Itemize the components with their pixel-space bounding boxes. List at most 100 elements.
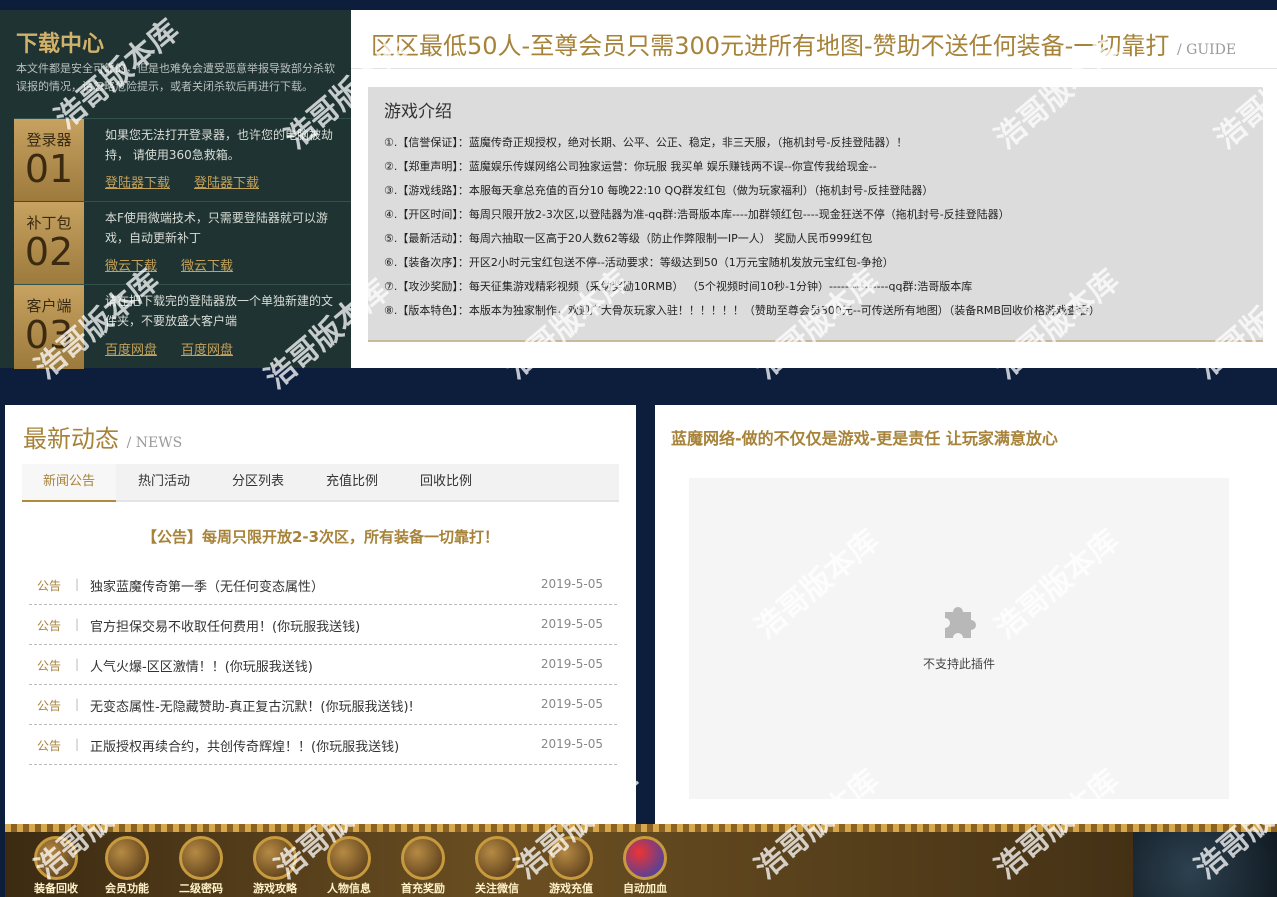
- client-download-link-1[interactable]: 百度网盘: [105, 343, 157, 358]
- separator: |: [75, 577, 80, 591]
- vip-button[interactable]: 会员功能: [96, 836, 158, 897]
- equipment-recycle-button[interactable]: 装备回收: [25, 836, 87, 897]
- download-center-title: 下载中心: [16, 32, 105, 57]
- game-intro-title: 游戏介绍: [384, 102, 452, 122]
- puzzle-piece-icon: [945, 607, 976, 638]
- divider: [351, 68, 1277, 69]
- news-date: 2019-5-05: [540, 697, 603, 711]
- intro-item: ③.【游戏线路】：本服每天拿总充值的百分10 每晚22:10 QQ群发红包（做为…: [384, 184, 934, 197]
- tab-recharge-ratio[interactable]: 充值比例: [306, 464, 398, 502]
- news-link[interactable]: 人气火爆-区区激情！！(你玩服我送钱): [90, 656, 313, 675]
- news-headline[interactable]: 【公告】每周只限开放2-3次区，所有装备一切靠打！: [5, 526, 636, 547]
- download-center-desc: 本文件都是安全可靠的，但是也难免会遭受恶意举报导致部分杀软误报的情况，请忽略危险…: [16, 62, 335, 93]
- follow-wechat-button[interactable]: 关注微信: [466, 836, 528, 897]
- download-item-patch: 补丁包 02 本F使用微端技术，只需要登陆器就可以游戏，自动更新补丁 微云下载 微…: [14, 201, 351, 285]
- button-label: 装备回收: [34, 882, 78, 895]
- guide-en-label: / GUIDE: [1176, 42, 1237, 58]
- download-center-panel: 下载中心 本文件都是安全可靠的，但是也难免会遭受恶意举报导致部分杀软误报的情况，…: [0, 10, 351, 369]
- separator: |: [75, 737, 80, 751]
- guide-headline-text: 区区最低50人-至尊会员只需300元进所有地图-赞助不送任何装备-一切靠打: [371, 32, 1170, 60]
- intro-item: ⑤.【最新活动】：每周六抽取一区高于20人数62等级（防止作弊限制一IP一人） …: [384, 232, 873, 245]
- button-label: 首充奖励: [401, 882, 445, 895]
- separator: |: [75, 657, 80, 671]
- first-recharge-button[interactable]: 首充奖励: [392, 836, 454, 897]
- game-guide-button[interactable]: 游戏攻略: [244, 836, 306, 897]
- news-link[interactable]: 独家蓝魔传奇第一季（无任何变态属性）: [90, 576, 324, 595]
- intro-item: ②.【郑重声明】：蓝魔娱乐传媒网络公司独家运营：你玩服 我买单 娱乐赚钱两不误-…: [384, 160, 877, 173]
- lock-icon: [179, 836, 223, 880]
- slogan-title: 蓝魔网络-做的不仅仅是游戏-更是责任 让玩家满意放心: [671, 429, 1058, 448]
- tab-hot-events[interactable]: 热门活动: [118, 464, 210, 502]
- tab-server-list[interactable]: 分区列表: [212, 464, 304, 502]
- character-info-button[interactable]: 人物信息: [318, 836, 380, 897]
- news-date: 2019-5-05: [540, 577, 603, 591]
- download-item-text: 如果您无法打开登录器，也许您的电脑被劫持， 请使用360急救箱。: [105, 128, 334, 162]
- game-guide-panel: 区区最低50人-至尊会员只需300元进所有地图-赞助不送任何装备-一切靠打 / …: [351, 10, 1277, 368]
- button-label: 人物信息: [327, 882, 371, 895]
- list-item[interactable]: 公告 | 官方担保交易不收取任何费用！(你玩服我送钱) 2019-5-05: [29, 605, 617, 645]
- game-intro-list: ①.【信誉保证】：蓝魔传奇正规授权，绝对长期、公平、公正、稳定，非三天服，（拖机…: [384, 131, 1256, 323]
- button-label: 二级密码: [179, 882, 223, 895]
- download-badge: 登录器 01: [14, 119, 84, 202]
- intro-item: ①.【信誉保证】：蓝魔传奇正规授权，绝对长期、公平、公正、稳定，非三天服，（拖机…: [384, 136, 908, 149]
- news-tabs: 新闻公告 热门活动 分区列表 充值比例 回收比例: [22, 464, 619, 502]
- news-panel: 最新动态 / NEWS 新闻公告 热门活动 分区列表 充值比例 回收比例 【公告…: [5, 405, 636, 824]
- button-label: 游戏攻略: [253, 882, 297, 895]
- second-password-button[interactable]: 二级密码: [170, 836, 232, 897]
- toolbar-trim: [5, 824, 1277, 832]
- game-intro-box: 游戏介绍 ①.【信誉保证】：蓝魔传奇正规授权，绝对长期、公平、公正、稳定，非三天…: [368, 87, 1263, 342]
- game-toolbar: 装备回收 会员功能 二级密码 游戏攻略 人物信息 首充奖励 关注微信 游戏充值 …: [5, 824, 1277, 897]
- vip-icon: [105, 836, 149, 880]
- news-link[interactable]: 正版授权再续合约，共创传奇辉煌！！(你玩服我送钱): [90, 736, 399, 755]
- news-tag: 公告: [37, 739, 62, 753]
- download-item-launcher: 登录器 01 如果您无法打开登录器，也许您的电脑被劫持， 请使用360急救箱。 …: [14, 118, 351, 202]
- auto-heal-button[interactable]: 自动加血: [614, 836, 676, 897]
- button-label: 会员功能: [105, 882, 149, 895]
- list-item[interactable]: 公告 | 正版授权再续合约，共创传奇辉煌！！(你玩服我送钱) 2019-5-05: [29, 725, 617, 765]
- separator: |: [75, 697, 80, 711]
- health-orb-icon: [623, 836, 667, 880]
- video-panel: 蓝魔网络-做的不仅仅是游戏-更是责任 让玩家满意放心 不支持此插件: [655, 405, 1277, 824]
- tab-news-announcement[interactable]: 新闻公告: [22, 464, 116, 502]
- treasure-icon: [34, 836, 78, 880]
- client-download-link-2[interactable]: 百度网盘: [181, 343, 233, 358]
- book-icon: [253, 836, 297, 880]
- news-date: 2019-5-05: [540, 737, 603, 751]
- button-label: 关注微信: [475, 882, 519, 895]
- patch-download-link-1[interactable]: 微云下载: [105, 259, 157, 274]
- download-item-text: 请在把下载完的登陆器放一个单独新建的文件夹，不要放盛大客户端: [105, 294, 334, 328]
- download-item-number: 03: [24, 313, 74, 357]
- intro-item: ④.【开区时间】：每周只限开放2-3次区,以登陆器为准-qq群:浩哥版本库---…: [384, 208, 1010, 221]
- news-list: 公告 | 独家蓝魔传奇第一季（无任何变态属性） 2019-5-05 公告 | 官方担…: [29, 565, 617, 765]
- download-item-client: 客户端 03 请在把下载完的登陆器放一个单独新建的文件夹，不要放盛大客户端 百度…: [14, 284, 351, 369]
- list-item[interactable]: 公告 | 无变态属性-无隐藏赞助-真正复古沉默！(你玩服我送钱)! 2019-5-…: [29, 685, 617, 725]
- download-badge: 补丁包 02: [14, 202, 84, 285]
- patch-download-link-2[interactable]: 微云下载: [181, 259, 233, 274]
- list-item[interactable]: 公告 | 人气火爆-区区激情！！(你玩服我送钱) 2019-5-05: [29, 645, 617, 685]
- news-date: 2019-5-05: [540, 617, 603, 631]
- intro-item: ⑦.【攻沙奖励】：每天征集游戏精彩视频（采纳奖励10RMB） （5个视频时间10…: [384, 280, 973, 293]
- news-link[interactable]: 官方担保交易不收取任何费用！(你玩服我送钱): [90, 616, 360, 635]
- plugin-unsupported-text: 不支持此插件: [922, 657, 995, 671]
- download-item-text: 本F使用微端技术，只需要登陆器就可以游戏，自动更新补丁: [105, 211, 328, 245]
- separator: |: [75, 617, 80, 631]
- download-item-number: 02: [24, 230, 74, 274]
- button-label: 自动加血: [623, 882, 667, 895]
- launcher-download-link-2[interactable]: 登陆器下载: [194, 176, 259, 191]
- game-recharge-button[interactable]: 游戏充值: [540, 836, 602, 897]
- news-date: 2019-5-05: [540, 657, 603, 671]
- intro-item: ⑧.【版本特色】：本版本为独家制作，欢迎广大骨灰玩家入驻！！！！！！（赞助至尊会…: [384, 304, 1100, 317]
- guide-headline: 区区最低50人-至尊会员只需300元进所有地图-赞助不送任何装备-一切靠打 / …: [371, 26, 1236, 61]
- news-tag: 公告: [37, 619, 62, 633]
- download-item-number: 01: [24, 147, 74, 191]
- news-title-text: 最新动态: [23, 425, 119, 453]
- news-tag: 公告: [37, 579, 62, 593]
- download-badge: 客户端 03: [14, 285, 84, 369]
- plugin-placeholder[interactable]: 不支持此插件: [689, 478, 1229, 799]
- button-label: 游戏充值: [549, 882, 593, 895]
- gold-ingot-icon: [549, 836, 593, 880]
- news-link[interactable]: 无变态属性-无隐藏赞助-真正复古沉默！(你玩服我送钱)!: [90, 696, 414, 715]
- list-item[interactable]: 公告 | 独家蓝魔传奇第一季（无任何变态属性） 2019-5-05: [29, 565, 617, 605]
- launcher-download-link-1[interactable]: 登陆器下载: [105, 176, 170, 191]
- tab-recycle-ratio[interactable]: 回收比例: [400, 464, 492, 502]
